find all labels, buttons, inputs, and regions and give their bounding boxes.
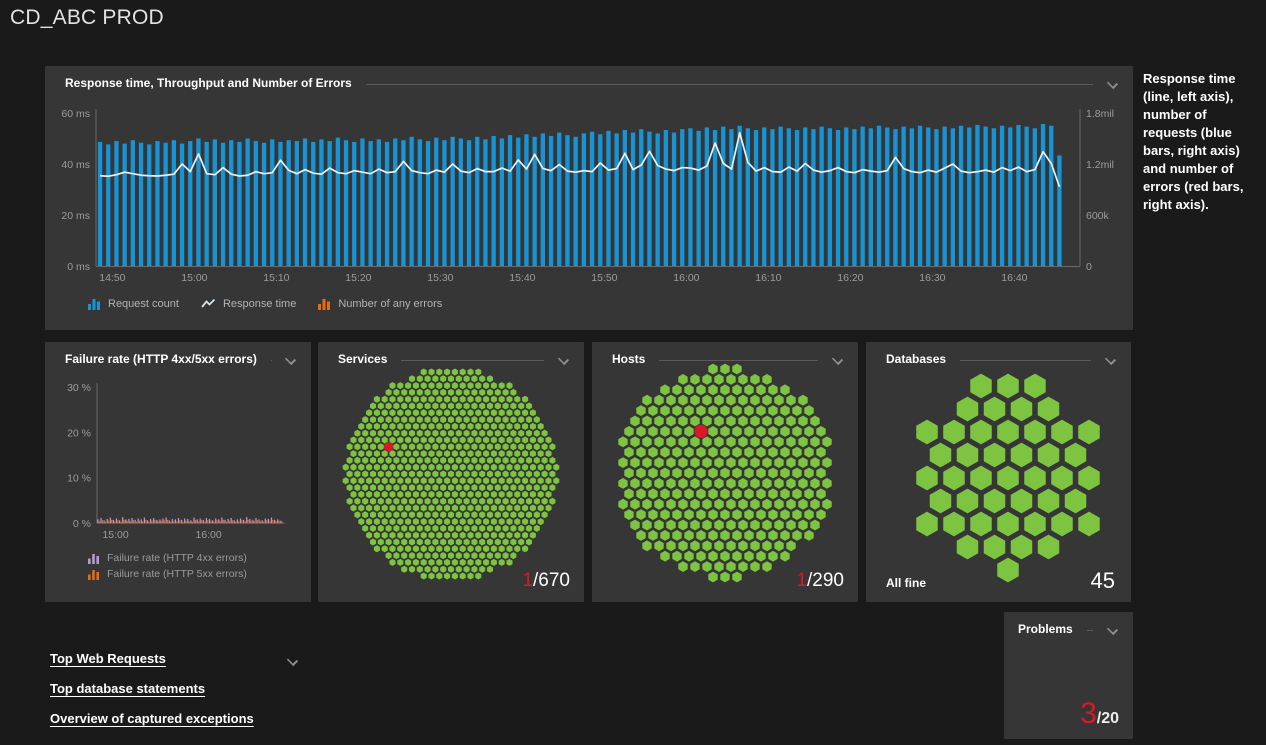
svg-text:15:40: 15:40 xyxy=(509,272,535,284)
svg-text:0 ms: 0 ms xyxy=(67,261,90,273)
svg-text:30 %: 30 % xyxy=(67,382,91,394)
tile-title: Hosts xyxy=(612,352,645,366)
drilldown-links: Top Web Requests Top database statements… xyxy=(50,651,254,741)
legend-label: Failure rate (HTTP 5xx errors) xyxy=(107,568,247,580)
chevron-down-icon[interactable] xyxy=(1103,353,1119,366)
tile-title: Databases xyxy=(886,352,946,366)
hosts-honeycomb[interactable] xyxy=(592,342,858,602)
svg-text:15:30: 15:30 xyxy=(427,272,453,284)
chart-description-note: Response time (line, left axis), number … xyxy=(1143,70,1263,214)
svg-text:0 %: 0 % xyxy=(73,518,91,530)
tile-title: Failure rate (HTTP 4xx/5xx errors) xyxy=(65,352,257,366)
svg-text:16:00: 16:00 xyxy=(673,272,699,284)
svg-text:14:50: 14:50 xyxy=(99,272,125,284)
title-divider xyxy=(401,360,544,361)
orange-bars-icon xyxy=(318,298,331,310)
svg-text:600k: 600k xyxy=(1086,210,1110,222)
legend-4xx[interactable]: Failure rate (HTTP 4xx errors) xyxy=(88,552,247,564)
tile-problems[interactable]: Problems 3/20 xyxy=(1004,612,1133,739)
tile-failure-rate[interactable]: Failure rate (HTTP 4xx/5xx errors) 0 % 10… xyxy=(45,342,311,602)
title-divider xyxy=(659,360,818,361)
legend-label: Number of any errors xyxy=(338,298,442,310)
svg-text:15:00: 15:00 xyxy=(181,272,207,284)
legend-response-time[interactable]: Response time xyxy=(201,298,296,310)
chevron-down-icon[interactable] xyxy=(830,353,846,366)
title-divider xyxy=(960,360,1091,361)
svg-text:10 %: 10 % xyxy=(67,473,91,485)
svg-text:0: 0 xyxy=(1086,261,1092,273)
tile-response-time-throughput[interactable]: Response time, Throughput and Number of … xyxy=(45,66,1133,330)
tile-title: Services xyxy=(338,352,387,366)
tile-hosts[interactable]: Hosts 1/290 xyxy=(592,342,858,602)
svg-text:16:10: 16:10 xyxy=(755,272,781,284)
problems-count: 3/20 xyxy=(1080,697,1119,731)
databases-honeycomb[interactable] xyxy=(866,342,1131,602)
line-series-icon xyxy=(201,298,216,310)
svg-text:20 ms: 20 ms xyxy=(61,210,90,222)
svg-text:16:40: 16:40 xyxy=(1001,272,1027,284)
page-title: CD_ABC PROD xyxy=(10,6,164,30)
legend-request-count[interactable]: Request count xyxy=(88,298,179,310)
svg-text:15:20: 15:20 xyxy=(345,272,371,284)
tile-databases[interactable]: Databases All fine 45 xyxy=(866,342,1131,602)
chevron-down-icon[interactable] xyxy=(283,353,299,366)
chevron-down-icon[interactable] xyxy=(285,654,301,667)
chevron-down-icon[interactable] xyxy=(1105,77,1121,90)
legend-label: Response time xyxy=(223,298,296,310)
tile-title: Response time, Throughput and Number of … xyxy=(65,76,352,90)
mauve-bars-icon xyxy=(88,553,100,564)
tile-services[interactable]: Services 1/670 xyxy=(318,342,584,602)
orange-bars-icon xyxy=(88,569,100,580)
legend-label: Failure rate (HTTP 4xx errors) xyxy=(107,552,247,564)
svg-text:15:10: 15:10 xyxy=(263,272,289,284)
databases-status: All fine xyxy=(886,576,926,590)
chevron-down-icon[interactable] xyxy=(556,353,572,366)
dashboard-page: { "page": { "title": "CD_ABC PROD" }, "s… xyxy=(0,0,1266,745)
hosts-count: 1/290 xyxy=(796,570,844,592)
svg-text:16:30: 16:30 xyxy=(919,272,945,284)
svg-text:16:00: 16:00 xyxy=(195,529,221,541)
link-overview-captured-exceptions[interactable]: Overview of captured exceptions xyxy=(50,711,254,726)
svg-text:16:20: 16:20 xyxy=(837,272,863,284)
chevron-down-icon[interactable] xyxy=(1105,623,1121,636)
legend-label: Request count xyxy=(108,298,179,310)
svg-text:60 ms: 60 ms xyxy=(61,108,90,120)
svg-text:1.2mil: 1.2mil xyxy=(1086,159,1114,171)
title-divider xyxy=(1087,630,1093,631)
throughput-response-chart[interactable]: 0 ms 20 ms 40 ms 60 ms 0 600k 1.2mil 1.8mil 14:5… xyxy=(45,66,1133,330)
title-divider xyxy=(366,84,1093,85)
link-top-database-statements[interactable]: Top database statements xyxy=(50,681,205,696)
svg-text:40 ms: 40 ms xyxy=(61,159,90,171)
svg-text:1.8mil: 1.8mil xyxy=(1086,108,1114,120)
legend-5xx[interactable]: Failure rate (HTTP 5xx errors) xyxy=(88,568,247,580)
services-honeycomb[interactable] xyxy=(318,342,584,602)
svg-text:15:00: 15:00 xyxy=(102,529,128,541)
services-count: 1/670 xyxy=(522,570,570,592)
tile-title: Problems xyxy=(1018,622,1073,636)
databases-count: 45 xyxy=(1091,568,1115,594)
blue-bars-icon xyxy=(88,298,101,310)
legend-errors[interactable]: Number of any errors xyxy=(318,298,442,310)
svg-text:20 %: 20 % xyxy=(67,427,91,439)
link-top-web-requests[interactable]: Top Web Requests xyxy=(50,651,166,666)
svg-text:15:50: 15:50 xyxy=(591,272,617,284)
